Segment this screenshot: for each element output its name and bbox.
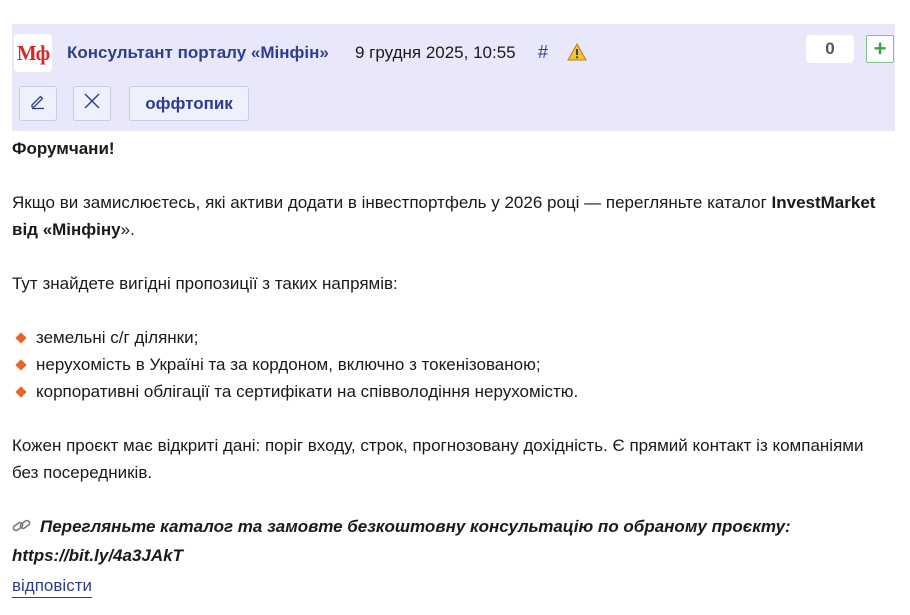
post-body: Форумчани! Якщо ви замислюєтесь, які акт… — [12, 135, 892, 569]
intro-end: ». — [120, 220, 135, 239]
vote-score: 0 — [806, 35, 854, 63]
post-header: Мф Консультант порталу «Мінфін» 9 грудня… — [12, 24, 895, 131]
cta-link[interactable]: https://bit.ly/4a3JAkT — [12, 546, 183, 565]
upvote-button[interactable]: + — [866, 35, 894, 63]
list-item: земельні с/г ділянки; — [12, 324, 892, 351]
diamond-bullet-icon — [15, 359, 27, 371]
reply-link[interactable]: відповісти — [12, 575, 92, 598]
cta-paragraph: Перегляньте каталог та замовте безкоштов… — [12, 513, 892, 569]
directions-intro: Тут знайдете вигідні пропозиції з таких … — [12, 274, 398, 293]
link-icon — [12, 515, 34, 542]
post-timestamp: 9 грудня 2025, 10:55 — [355, 43, 516, 62]
cta-text: Перегляньте каталог та замовте безкоштов… — [40, 517, 791, 536]
list-item: нерухомість в Україні та за кордоном, вк… — [12, 351, 892, 378]
close-icon — [83, 92, 101, 115]
pencil-icon — [29, 92, 47, 115]
post-greeting: Форумчани! — [12, 139, 115, 158]
edit-button[interactable] — [19, 86, 57, 121]
intro-text: Якщо ви замислюєтесь, які активи додати … — [12, 193, 772, 212]
permalink-hash[interactable]: # — [538, 42, 548, 63]
tag-offtopic[interactable]: оффтопик — [129, 86, 249, 121]
diamond-bullet-icon — [15, 386, 27, 398]
directions-list: земельні с/г ділянки; нерухомість в Укра… — [12, 324, 892, 405]
minfin-logo[interactable]: Мф — [14, 34, 52, 72]
intro-paragraph: Якщо ви замислюєтесь, які активи додати … — [12, 189, 892, 243]
author-link[interactable]: Консультант порталу «Мінфін» — [67, 43, 329, 63]
close-button[interactable] — [73, 86, 111, 121]
list-item: корпоративні облігації та сертифікати на… — [12, 378, 892, 405]
warning-icon[interactable] — [567, 42, 587, 61]
projects-paragraph: Кожен проєкт має відкриті дані: поріг вх… — [12, 436, 864, 482]
diamond-bullet-icon — [15, 332, 27, 344]
